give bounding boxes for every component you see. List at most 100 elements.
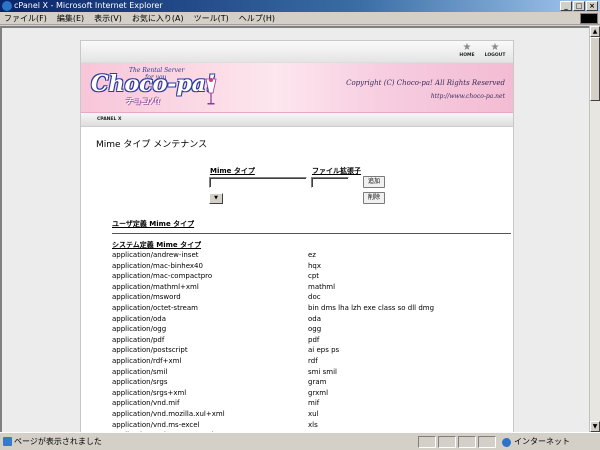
list-item: application/mac-compactpro cpt — [112, 271, 512, 282]
window-titlebar: cPanel X - Microsoft Internet Explorer _… — [0, 0, 600, 12]
page-title: Mime タイプ メンテナンス — [96, 140, 208, 150]
logout-icon: ★ — [490, 42, 500, 53]
mime-type-name: application/pdf — [112, 335, 165, 344]
status-pane — [418, 436, 436, 448]
status-pane — [458, 436, 476, 448]
list-item: application/mathml+xml mathml — [112, 282, 512, 293]
mime-type-name: application/vnd.mif — [112, 399, 180, 408]
mime-type-ext: oda — [308, 314, 322, 323]
statusbar: ページが表示されました インターネット — [0, 432, 600, 450]
mime-type-name: application/ogg — [112, 325, 167, 334]
breadcrumb-bar: CPANEL X — [81, 113, 513, 127]
list-item: application/rdf+xml rdf — [112, 356, 512, 367]
mime-type-name: application/vnd.ms-excel — [112, 420, 200, 429]
mime-type-ext: ez — [308, 251, 316, 259]
list-item: application/vnd.mif mif — [112, 398, 512, 409]
mime-type-ext: mathml — [308, 282, 336, 291]
mime-type-name: application/smil — [112, 367, 168, 376]
mime-type-ext: smi smil — [308, 367, 337, 376]
mime-type-ext: gram — [308, 378, 327, 387]
mime-type-name: application/andrew-inset — [112, 251, 199, 259]
list-item: application/smil smi smil — [112, 367, 512, 378]
status-pane — [478, 436, 496, 448]
mime-type-name: application/postscript — [112, 346, 188, 355]
list-item: application/oda oda — [112, 314, 512, 325]
maximize-button[interactable]: □ — [573, 1, 585, 11]
ie-icon — [2, 1, 12, 11]
add-button[interactable]: 追加 — [363, 176, 385, 188]
list-item: application/vnd.mozilla.xul+xml xul — [112, 409, 512, 420]
page-loaded-icon — [3, 437, 12, 446]
mime-type-list: application/andrew-inset ez application/m… — [112, 250, 512, 432]
logout-button[interactable]: ★ LOGOUT — [481, 43, 509, 59]
mime-type-name: application/oda — [112, 314, 166, 323]
parfait-glass-icon — [205, 78, 217, 105]
menu-tools[interactable]: ツール(T) — [194, 13, 229, 24]
list-item: application/andrew-inset ez — [112, 250, 512, 261]
menubar: ファイル(F) 編集(E) 表示(V) お気に入り(A) ツール(T) ヘルプ(… — [0, 12, 600, 25]
mime-type-name: application/srgs+xml — [112, 388, 187, 397]
list-item: application/postscript ai eps ps — [112, 345, 512, 356]
mime-type-name: application/mathml+xml — [112, 282, 199, 291]
vertical-scrollbar[interactable]: ▲ ▼ — [589, 26, 600, 432]
menu-file[interactable]: ファイル(F) — [4, 13, 47, 24]
mime-type-ext: cpt — [308, 272, 320, 281]
list-item: application/pdf pdf — [112, 335, 512, 346]
minimize-button[interactable]: _ — [560, 1, 572, 11]
mime-type-ext: rdf — [308, 356, 318, 365]
mime-type-ext: grxml — [308, 388, 329, 397]
mime-type-ext: ai eps ps — [308, 346, 340, 355]
menu-help[interactable]: ヘルプ(H) — [239, 13, 275, 24]
user-defined-heading: ユーザ定義 Mime タイプ — [112, 220, 195, 228]
internet-zone-icon — [502, 438, 511, 447]
cpanel-page: ★ HOME ★ LOGOUT The Rental Server for yo… — [80, 40, 514, 432]
mime-type-ext: xul — [308, 409, 319, 418]
banner: The Rental Server for you Choco-pa! チョコパ… — [81, 63, 513, 113]
list-item: application/msword doc — [112, 292, 512, 303]
status-text: ページが表示されました — [14, 437, 102, 446]
mime-type-ext: ogg — [308, 325, 322, 334]
zone-label: インターネット — [514, 437, 570, 446]
mime-type-name: application/mac-binhex40 — [112, 261, 203, 270]
window-controls: _ □ × — [560, 1, 598, 11]
window-title: cPanel X - Microsoft Internet Explorer — [14, 1, 163, 10]
logout-label: LOGOUT — [484, 53, 506, 58]
mime-select[interactable]: ▼ — [209, 193, 223, 204]
mime-type-ext: hqx — [308, 261, 322, 270]
logo-kana: チョコパ! — [125, 97, 161, 106]
mime-type-ext: mif — [308, 399, 320, 408]
mime-type-name: application/msword — [112, 293, 181, 302]
scroll-thumb[interactable] — [590, 37, 600, 101]
mime-type-header: Mime タイプ — [210, 167, 255, 175]
mime-type-ext: doc — [308, 293, 321, 302]
choco-pa-logo: Choco-pa! — [91, 71, 216, 97]
close-button[interactable]: × — [586, 1, 598, 11]
mime-type-name: application/octet-stream — [112, 303, 198, 312]
delete-button[interactable]: 削除 — [363, 192, 385, 204]
home-button[interactable]: ★ HOME — [453, 43, 481, 59]
banner-copyright: Copyright (C) Choco-pa! All Rights Reser… — [346, 79, 505, 87]
list-item: application/vnd.ms-excel xls — [112, 420, 512, 431]
mime-type-name: application/srgs — [112, 378, 168, 387]
menu-favorites[interactable]: お気に入り(A) — [132, 13, 184, 24]
mime-type-ext: xls — [308, 420, 318, 429]
breadcrumb[interactable]: CPANEL X — [97, 117, 121, 122]
extension-header: ファイル拡張子 — [312, 167, 361, 175]
mime-type-ext: bin dms lha lzh exe class so dll dmg — [308, 303, 435, 312]
windows-logo-icon — [580, 13, 598, 24]
divider — [112, 233, 511, 234]
mime-type-input[interactable] — [209, 177, 307, 188]
list-item: application/srgs gram — [112, 377, 512, 388]
extension-input[interactable] — [311, 177, 349, 188]
status-pane — [438, 436, 456, 448]
list-item: application/mac-binhex40 hqx — [112, 261, 512, 272]
mime-type-name: application/rdf+xml — [112, 356, 182, 365]
top-nav: ★ HOME ★ LOGOUT — [81, 41, 513, 63]
mime-type-name: application/vnd.mozilla.xul+xml — [112, 409, 225, 418]
menu-view[interactable]: 表示(V) — [94, 13, 122, 24]
list-item: application/octet-stream bin dms lha lzh … — [112, 303, 512, 314]
scroll-down-arrow-icon[interactable]: ▼ — [590, 421, 600, 432]
scroll-up-arrow-icon[interactable]: ▲ — [590, 26, 600, 37]
menu-edit[interactable]: 編集(E) — [57, 13, 84, 24]
list-item: application/srgs+xml grxml — [112, 388, 512, 399]
